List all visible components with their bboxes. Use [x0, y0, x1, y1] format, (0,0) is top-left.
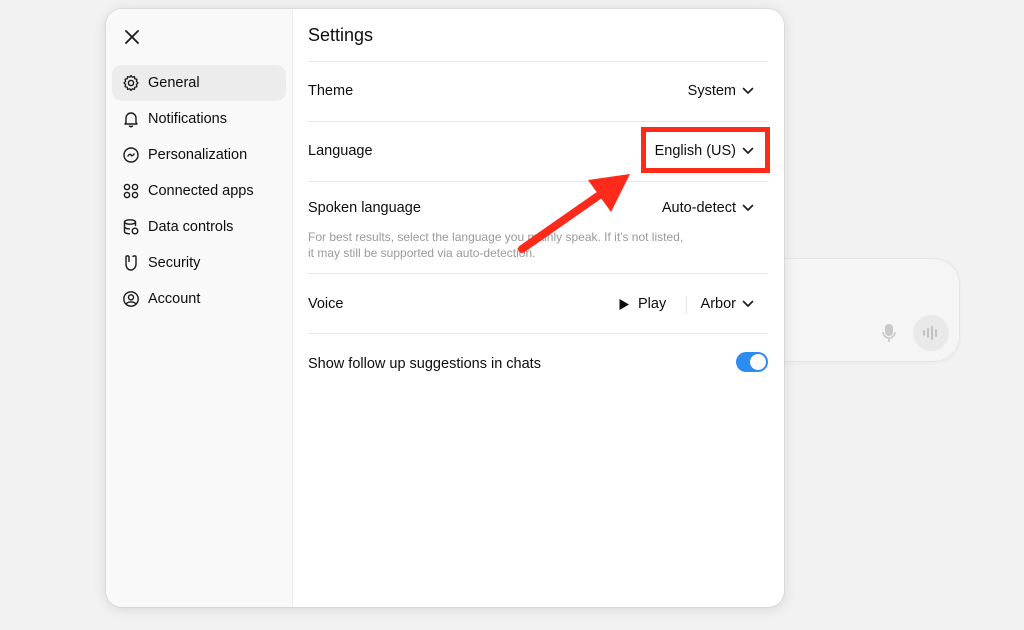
language-label: Language: [308, 143, 373, 159]
spoken-language-value: Auto-detect: [661, 200, 736, 216]
waveform-icon: [923, 326, 937, 340]
account-icon: [123, 291, 139, 307]
divider: [308, 181, 768, 182]
divider: [308, 273, 768, 274]
play-voice-button[interactable]: Play: [618, 296, 666, 312]
sidebar-item-label: Data controls: [148, 219, 234, 235]
spoken-language-label: Spoken language: [308, 200, 421, 216]
toggle-knob: [750, 354, 766, 370]
close-button[interactable]: [120, 25, 144, 49]
annotation-highlight-box: [641, 127, 770, 173]
sidebar-item-data-controls[interactable]: Data controls: [112, 209, 286, 245]
follow-up-toggle[interactable]: [736, 352, 768, 372]
follow-up-label: Show follow up suggestions in chats: [308, 356, 541, 372]
divider: [308, 61, 768, 62]
settings-modal: General Notifications Personalization Co…: [106, 9, 784, 607]
divider: [686, 296, 687, 314]
sidebar-item-label: Connected apps: [148, 183, 254, 199]
voice-dropdown[interactable]: Arbor: [701, 296, 754, 312]
sidebar-item-label: Security: [148, 255, 201, 271]
close-icon: [125, 30, 139, 44]
sidebar-item-label: Account: [148, 291, 201, 307]
sidebar-item-notifications[interactable]: Notifications: [112, 101, 286, 137]
personalization-icon: [123, 147, 139, 163]
chevron-down-icon: [742, 300, 754, 307]
chevron-down-icon: [742, 204, 754, 211]
spoken-language-dropdown[interactable]: Auto-detect: [662, 200, 754, 216]
sidebar-item-security[interactable]: Security: [112, 245, 286, 281]
settings-nav: General Notifications Personalization Co…: [112, 65, 286, 317]
sidebar-item-connected-apps[interactable]: Connected apps: [112, 173, 286, 209]
sidebar-item-personalization[interactable]: Personalization: [112, 137, 286, 173]
theme-label: Theme: [308, 83, 354, 99]
bell-icon: [124, 112, 138, 128]
theme-dropdown[interactable]: System: [688, 83, 754, 99]
theme-value: System: [687, 83, 736, 99]
settings-content: Settings Theme System Language English (…: [308, 9, 768, 607]
settings-sidebar: General Notifications Personalization Co…: [106, 9, 293, 607]
database-icon: [123, 219, 139, 235]
page-title: Settings: [308, 25, 374, 45]
play-icon: [619, 298, 629, 310]
sidebar-item-label: General: [148, 75, 200, 91]
play-label: Play: [638, 296, 667, 312]
voice-mode-button[interactable]: [913, 315, 949, 351]
apps-icon: [123, 183, 139, 199]
spoken-language-hint: For best results, select the language yo…: [308, 230, 684, 260]
security-icon: [125, 255, 137, 271]
voice-label: Voice: [308, 296, 344, 312]
sidebar-item-label: Personalization: [148, 147, 248, 163]
sidebar-item-general[interactable]: General: [112, 65, 286, 101]
divider: [308, 121, 768, 122]
gear-icon: [123, 74, 139, 92]
chevron-down-icon: [742, 87, 754, 94]
divider: [308, 333, 768, 334]
sidebar-item-label: Notifications: [148, 111, 227, 127]
microphone-icon[interactable]: [881, 323, 897, 343]
voice-value: Arbor: [700, 296, 736, 312]
sidebar-item-account[interactable]: Account: [112, 281, 286, 317]
